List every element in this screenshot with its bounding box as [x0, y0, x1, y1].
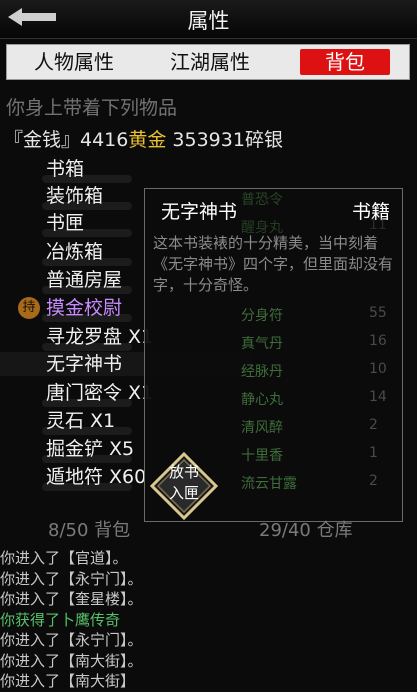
tab-backpack[interactable]: 背包 — [300, 49, 390, 75]
tab-jianghu-attributes[interactable]: 江湖属性 — [165, 49, 255, 75]
gold-label: 黄金 — [128, 129, 167, 151]
bag-count: 8/50 背包 — [48, 520, 131, 541]
list-item[interactable]: 遁地符 X60 — [42, 465, 146, 491]
background-item-count: 14 — [369, 389, 387, 405]
background-item-name: 流云甘露 — [241, 476, 297, 492]
background-item-name: 普恐令 — [241, 192, 283, 208]
background-item-count: 11 — [369, 217, 387, 233]
put-book-in-box-label[interactable]: 放书 入匣 — [150, 462, 218, 504]
popup-description: 这本书装裱的十分精美，当中刻着《无字神书》四个字，但里面却没有字，十分奇怪。 — [153, 234, 394, 294]
title-bar: 属性 — [0, 0, 417, 39]
background-item-count: 55 — [369, 305, 387, 321]
log-line: 你进入了【南大街】。 — [0, 651, 143, 670]
list-item[interactable]: 冶炼箱 — [42, 240, 132, 266]
popup-item-name: 无字神书 — [161, 201, 238, 223]
silver-amount: 353931碎银 — [166, 129, 283, 151]
money-line: 『金钱』4416黄金 353931碎银 — [4, 125, 283, 152]
list-item[interactable]: 掘金铲 X5 — [42, 437, 134, 463]
list-item[interactable]: 书匣 — [42, 211, 132, 237]
message-log: 你进入了【官道】。 你进入了【永宁门】。 你进入了【奎星楼】。 你获得了卜鹰传奇… — [0, 548, 417, 692]
background-item-name: 经脉丹 — [241, 364, 283, 380]
background-item-count: 10 — [369, 361, 387, 377]
log-line-highlight: 你获得了卜鹰传奇 — [0, 610, 121, 629]
background-item-count: 1 — [369, 445, 378, 461]
page-title: 属性 — [187, 9, 230, 33]
background-item-count: 2 — [369, 417, 378, 433]
background-item-count: 16 — [369, 333, 387, 349]
log-line: 你进入了【奎星楼】。 — [0, 590, 143, 608]
held-badge-icon: 持 — [18, 297, 40, 319]
tab-character-attributes[interactable]: 人物属性 — [29, 49, 119, 75]
list-item[interactable]: 寻龙罗盘 X1 — [42, 325, 153, 351]
log-line: 你进入了【官道】。 — [0, 549, 128, 567]
background-item-name: 真气丹 — [241, 336, 283, 352]
list-item[interactable]: 书箱 — [42, 157, 132, 183]
background-item-name: 醒身丸 — [241, 220, 283, 236]
background-item-name: 十里香 — [241, 448, 283, 464]
list-item[interactable]: 普通房屋 — [42, 268, 132, 294]
tab-bar: 人物属性 江湖属性 背包 — [6, 44, 410, 80]
list-item[interactable]: 装饰箱 — [42, 184, 132, 210]
background-item-name: 清风醉 — [241, 420, 283, 436]
background-item-name: 静心丸 — [241, 392, 283, 408]
log-line: 你进入了【永宁门】。 — [0, 631, 143, 649]
list-item-special[interactable]: 摸金校尉 — [42, 296, 132, 322]
list-item[interactable]: 灵石 X1 — [42, 409, 132, 435]
warehouse-count: 29/40 仓库 — [259, 520, 353, 541]
list-item[interactable]: 唐门密令 X1 — [42, 381, 153, 407]
background-item-name: 分身符 — [241, 308, 283, 324]
log-line: 你进入了【永宁门】。 — [0, 569, 143, 588]
carry-text: 你身上带着下列物品 — [6, 97, 178, 119]
money-prefix: 『金钱』4416 — [4, 129, 129, 151]
log-line: 你进入了【南大街】 — [0, 672, 136, 690]
background-item-count: 2 — [369, 473, 378, 489]
